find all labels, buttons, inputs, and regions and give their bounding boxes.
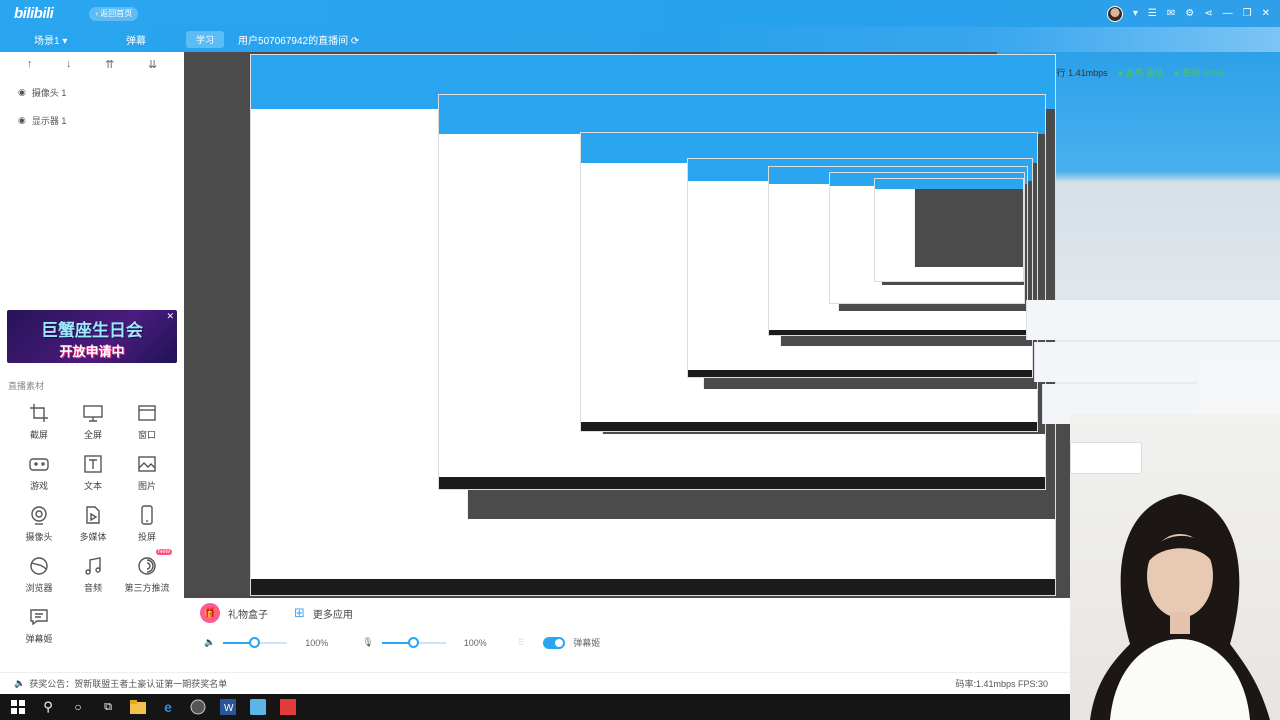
music-icon — [82, 555, 104, 577]
learn-button[interactable]: 学习 — [186, 31, 225, 48]
new-badge: New — [155, 549, 172, 555]
tool-cast[interactable]: 投屏 — [120, 504, 174, 543]
scene-select[interactable]: 场景1 ▾ — [34, 32, 94, 47]
sidebar: ↑ ↓ ⇈ ⇊ ◉ 摄像头 1 ◉ 显示器 1 巨蟹座生日会 开放申请中 ✕ 直播素… — [0, 52, 184, 672]
gift-box-button[interactable]: 礼物盒子 — [228, 606, 268, 621]
media-icon — [82, 504, 104, 526]
wall-background — [1197, 360, 1280, 414]
tool-text[interactable]: 文本 — [66, 453, 120, 492]
minimize-icon[interactable]: — — [1223, 8, 1233, 19]
mixer-icon[interactable]: ⫶⫶ — [519, 637, 524, 648]
tool-media[interactable]: 多媒体 — [66, 504, 120, 543]
mail-icon[interactable]: ✉ — [1167, 8, 1175, 19]
speaker-icon[interactable]: 🔈 — [204, 637, 215, 648]
move-top-icon[interactable]: ⇈ — [105, 58, 114, 74]
title-bar: bilibili ‹ 返回首页 ▾ ☰ ✉ ⚙ ⋖ — ❐ ✕ — [0, 0, 1280, 27]
promo-banner[interactable]: 巨蟹座生日会 开放申请中 ✕ — [7, 310, 177, 363]
tool-third-party-stream[interactable]: New 第三方推流 — [120, 549, 174, 594]
danmaku-label: 弹幕姬 — [573, 638, 601, 648]
tool-danmaku[interactable]: 弹幕姬 — [12, 606, 66, 645]
source-item-camera[interactable]: ◉ 摄像头 1 — [0, 78, 184, 106]
bilibili-logo: bilibili — [14, 5, 54, 22]
layer-order-tools: ↑ ↓ ⇈ ⇊ — [0, 52, 184, 74]
bottom-controls: 🎁 礼物盒子 ⊞ 更多应用 🔈 100% 🎙 100% ⫶⫶ 弹幕姬 — [184, 598, 1070, 672]
edge-icon[interactable]: e — [160, 699, 176, 715]
danmaku-toggle[interactable] — [543, 636, 566, 649]
gamepad-icon — [28, 453, 50, 475]
close-icon[interactable]: ✕ — [166, 311, 174, 322]
phone-icon — [136, 504, 158, 526]
chevron-down-icon[interactable]: ▾ — [1133, 8, 1138, 19]
tool-browser[interactable]: 浏览器 — [12, 555, 66, 594]
text-icon — [82, 453, 104, 475]
move-down-icon[interactable]: ↓ — [66, 58, 72, 74]
mic-volume-slider[interactable] — [381, 636, 446, 648]
mic-icon[interactable]: 🎙 — [362, 637, 373, 648]
speaker-icon: 🔈 — [14, 678, 26, 688]
bitrate-readout: 码率:1.41mbps — [955, 679, 1016, 689]
stream-icon — [136, 555, 158, 577]
windows-start-icon[interactable] — [10, 699, 26, 715]
search-icon[interactable]: ⚲ — [40, 699, 56, 715]
tool-screenshot[interactable]: 截屏 — [12, 402, 66, 441]
move-up-icon[interactable]: ↑ — [27, 58, 33, 74]
monitor-icon — [82, 402, 104, 424]
eye-icon[interactable]: ◉ — [18, 87, 26, 98]
mic-volume-value: 100% — [463, 637, 487, 648]
tool-fullscreen[interactable]: 全屏 — [66, 402, 120, 441]
chat-icon — [28, 606, 50, 628]
share-icon[interactable]: ⋖ — [1204, 8, 1212, 19]
bilibili-live-icon[interactable] — [250, 699, 266, 715]
svg-text:W: W — [224, 703, 234, 714]
tool-game[interactable]: 游戏 — [12, 453, 66, 492]
obs-icon[interactable] — [190, 699, 206, 715]
file-explorer-icon[interactable] — [130, 699, 146, 715]
tool-window[interactable]: 窗口 — [120, 402, 174, 441]
window-icon — [136, 402, 158, 424]
speaker-volume-slider[interactable] — [223, 636, 288, 648]
more-apps-button[interactable]: 更多应用 — [313, 606, 353, 621]
tool-audio[interactable]: 音频 — [66, 555, 120, 594]
image-icon — [136, 453, 158, 475]
gear-icon[interactable]: ⚙ — [1185, 8, 1194, 19]
status-bar: 🔈 获奖公告：贺新联盟王者土豪认证第一期获奖名单 码率:1.41mbps FPS… — [0, 672, 1070, 694]
speaker-volume-value: 100% — [305, 637, 329, 648]
materials-title: 直播素材 — [8, 381, 45, 391]
back-home-button[interactable]: ‹ 返回首页 — [89, 6, 139, 21]
browser-icon — [28, 555, 50, 577]
app-icon-red[interactable] — [280, 699, 296, 715]
toolbar: 场景1 ▾ 弹幕 学习 用户507067942的直播间 ⟳ — [0, 27, 1280, 52]
fps-readout: FPS:30 — [1017, 679, 1048, 689]
window-controls: ▾ ☰ ✉ ⚙ ⋖ — ❐ ✕ — [1106, 0, 1270, 27]
cortana-icon[interactable]: ○ — [70, 699, 86, 715]
source-item-display[interactable]: ◉ 显示器 1 — [0, 106, 184, 134]
crop-icon — [28, 402, 50, 424]
task-view-icon[interactable]: ⧉ — [100, 699, 116, 715]
award-notice[interactable]: 获奖公告：贺新联盟王者土豪认证第一期获奖名单 — [29, 677, 227, 690]
move-bottom-icon[interactable]: ⇊ — [148, 58, 157, 74]
gift-icon[interactable]: 🎁 — [200, 603, 220, 623]
tool-image[interactable]: 图片 — [120, 453, 174, 492]
avatar[interactable] — [1106, 5, 1123, 22]
tool-camera[interactable]: 摄像头 — [12, 504, 66, 543]
windows-taskbar: ⚲ ○ ⧉ e W — [0, 694, 1070, 720]
word-icon[interactable]: W — [220, 699, 236, 715]
edit-icon[interactable]: ⟳ — [351, 36, 359, 47]
maximize-icon[interactable]: ❐ — [1243, 8, 1252, 19]
close-icon[interactable]: ✕ — [1262, 8, 1270, 19]
menu-icon[interactable]: ☰ — [1148, 8, 1157, 19]
webcam-feed — [1070, 414, 1280, 720]
camera-icon — [28, 504, 50, 526]
nested-capture-7 — [874, 178, 1024, 282]
apps-grid-icon[interactable]: ⊞ — [294, 605, 305, 621]
materials-grid: 截屏 全屏 窗口 游戏 文本 图片 摄像头 多媒体 投屏 浏览器 音频 New … — [12, 402, 174, 645]
person-figure — [1090, 494, 1270, 720]
bullet-tab[interactable]: 弹幕 — [126, 32, 186, 47]
eye-icon[interactable]: ◉ — [18, 115, 26, 126]
room-title: 用户507067942的直播间 ⟳ — [238, 36, 360, 47]
